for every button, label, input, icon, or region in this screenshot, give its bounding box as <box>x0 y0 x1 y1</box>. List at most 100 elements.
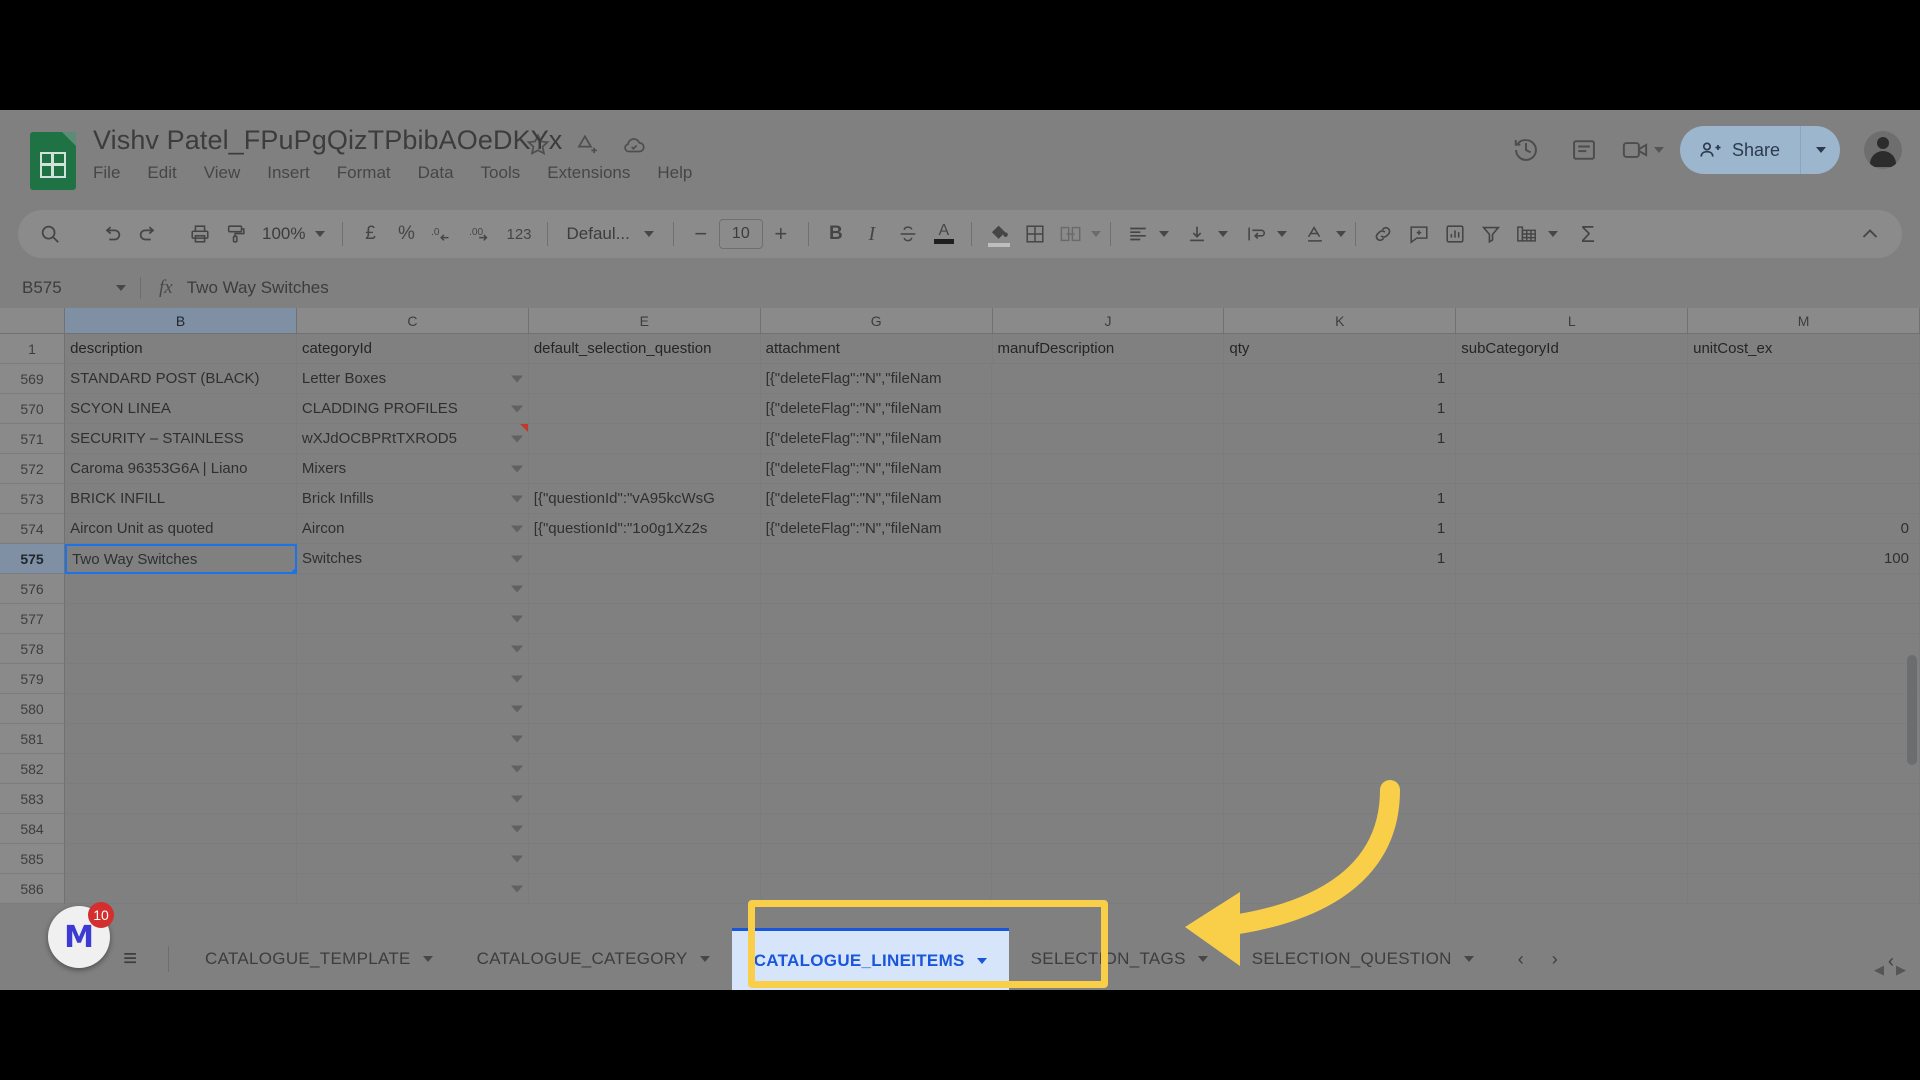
decrease-font-size-button[interactable]: − <box>683 216 719 252</box>
chevron-down-icon[interactable] <box>510 675 523 682</box>
cell-M573[interactable] <box>1688 484 1920 514</box>
row-header-578[interactable]: 578 <box>0 634 66 664</box>
bold-button[interactable]: B <box>818 216 854 252</box>
sheet-tab-selection-tags[interactable]: SELECTION_TAGS <box>1009 928 1230 990</box>
wrap-caret-icon[interactable] <box>1276 231 1287 237</box>
sheet-tab-catalogue-lineitems[interactable]: CATALOGUE_LINEITEMS <box>731 928 1009 990</box>
cell-E575[interactable] <box>528 544 761 574</box>
cell-B577[interactable] <box>65 604 297 634</box>
chevron-down-icon[interactable] <box>510 525 523 532</box>
chevron-down-icon[interactable] <box>510 705 523 712</box>
google-meet-button[interactable] <box>1621 136 1664 164</box>
cell-K577[interactable] <box>1224 604 1457 634</box>
chevron-down-icon[interactable] <box>1197 956 1208 962</box>
row-header-584[interactable]: 584 <box>0 814 66 844</box>
cell-M576[interactable] <box>1688 574 1920 604</box>
cell-E586[interactable] <box>528 874 761 904</box>
row-header-586[interactable]: 586 <box>0 874 66 904</box>
increase-font-size-button[interactable]: + <box>763 216 799 252</box>
avatar[interactable] <box>1864 131 1902 169</box>
cell-B583[interactable] <box>65 784 297 814</box>
cell-K583[interactable] <box>1224 784 1457 814</box>
horizontal-align-button[interactable] <box>1120 216 1156 252</box>
chevron-down-icon[interactable] <box>510 735 523 742</box>
cell-E576[interactable] <box>528 574 761 604</box>
column-header-C[interactable]: C <box>296 308 529 334</box>
cell-J574[interactable] <box>992 514 1225 544</box>
cell-G571[interactable]: [{"deleteFlag":"N","fileNam <box>760 424 993 454</box>
menu-data[interactable]: Data <box>418 163 454 183</box>
cell-K572[interactable] <box>1224 454 1457 484</box>
cell-B579[interactable] <box>65 664 297 694</box>
cell-C575[interactable]: Switches <box>296 544 529 574</box>
italic-button[interactable]: I <box>854 216 890 252</box>
cell-B584[interactable] <box>65 814 297 844</box>
cell-L581[interactable] <box>1456 724 1689 754</box>
comment-history-icon[interactable] <box>1563 129 1605 171</box>
select-all-corner[interactable] <box>0 308 66 334</box>
cell-G574[interactable]: [{"deleteFlag":"N","fileNam <box>760 514 993 544</box>
row-header-580[interactable]: 580 <box>0 694 66 724</box>
chevron-down-icon[interactable] <box>699 956 710 962</box>
chevron-down-icon[interactable] <box>510 375 523 382</box>
row-header-582[interactable]: 582 <box>0 754 66 784</box>
cell-G583[interactable] <box>760 784 993 814</box>
cell-M579[interactable] <box>1688 664 1920 694</box>
cell-J575[interactable] <box>992 544 1225 574</box>
cell-M572[interactable] <box>1688 454 1920 484</box>
cell-L583[interactable] <box>1456 784 1689 814</box>
menu-format[interactable]: Format <box>337 163 391 183</box>
menu-edit[interactable]: Edit <box>147 163 176 183</box>
print-icon[interactable] <box>182 216 218 252</box>
column-header-L[interactable]: L <box>1456 308 1689 334</box>
cell-C580[interactable] <box>296 694 529 724</box>
text-color-button[interactable]: A <box>926 216 962 252</box>
column-header-G[interactable]: G <box>760 308 993 334</box>
row-header-573[interactable]: 573 <box>0 484 66 514</box>
chevron-down-icon[interactable] <box>510 645 523 652</box>
header-cell-K[interactable]: qty <box>1224 334 1457 364</box>
cell-J586[interactable] <box>992 874 1225 904</box>
cell-E584[interactable] <box>528 814 761 844</box>
cell-M575[interactable]: 100 <box>1688 544 1920 574</box>
cell-K571[interactable]: 1 <box>1224 424 1457 454</box>
cell-C586[interactable] <box>296 874 529 904</box>
row-header-574[interactable]: 574 <box>0 514 66 544</box>
cell-G585[interactable] <box>760 844 993 874</box>
cell-E583[interactable] <box>528 784 761 814</box>
header-cell-G[interactable]: attachment <box>760 334 993 364</box>
sheet-tab-catalogue-category[interactable]: CATALOGUE_CATEGORY <box>455 928 732 990</box>
chevron-down-icon[interactable] <box>422 956 433 962</box>
row-header-1[interactable]: 1 <box>0 334 66 364</box>
cell-C585[interactable] <box>296 844 529 874</box>
cell-K582[interactable] <box>1224 754 1457 784</box>
cell-E581[interactable] <box>528 724 761 754</box>
cell-K580[interactable] <box>1224 694 1457 724</box>
cell-J578[interactable] <box>992 634 1225 664</box>
cell-B572[interactable]: Caroma 96353G6A | Liano <box>65 454 297 484</box>
name-box[interactable]: B575 <box>0 268 140 308</box>
row-header-570[interactable]: 570 <box>0 394 66 424</box>
row-header-583[interactable]: 583 <box>0 784 66 814</box>
row-header-585[interactable]: 585 <box>0 844 66 874</box>
cell-M570[interactable] <box>1688 394 1920 424</box>
cell-B581[interactable] <box>65 724 297 754</box>
search-icon[interactable] <box>32 216 68 252</box>
cell-E569[interactable] <box>528 364 761 394</box>
zoom-selector[interactable]: 100% <box>254 224 333 244</box>
cell-G578[interactable] <box>760 634 993 664</box>
cell-E570[interactable] <box>528 394 761 424</box>
chevron-down-icon[interactable] <box>510 765 523 772</box>
cell-J577[interactable] <box>992 604 1225 634</box>
cell-E577[interactable] <box>528 604 761 634</box>
cell-M574[interactable]: 0 <box>1688 514 1920 544</box>
name-box-caret-icon[interactable] <box>116 285 126 291</box>
number-format-button[interactable]: 123 <box>500 216 537 252</box>
cell-C576[interactable] <box>296 574 529 604</box>
chevron-down-icon[interactable] <box>510 405 523 412</box>
cell-B580[interactable] <box>65 694 297 724</box>
row-header-571[interactable]: 571 <box>0 424 66 454</box>
header-cell-B[interactable]: description <box>65 334 297 364</box>
cell-C584[interactable] <box>296 814 529 844</box>
cell-L575[interactable] <box>1456 544 1689 574</box>
